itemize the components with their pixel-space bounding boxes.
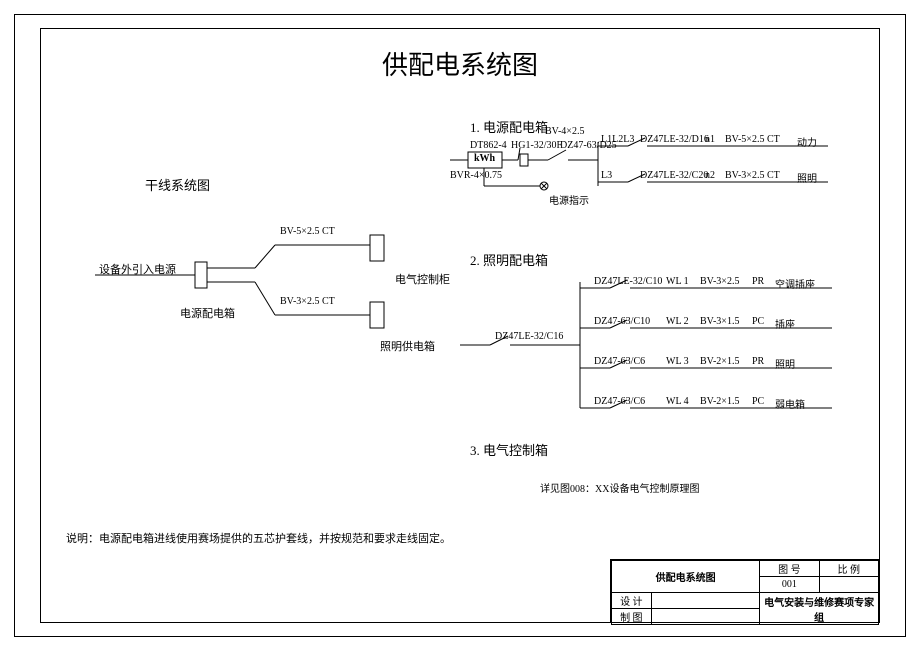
row-via: PR: [752, 276, 764, 287]
bus-top: L1L2L3: [601, 134, 634, 145]
trunk-svg: [95, 230, 425, 350]
row-wire: BV-3×1.5: [700, 316, 739, 327]
tb-draft: 制 图: [612, 609, 652, 625]
row-name: 插座: [775, 316, 795, 331]
meter-label: kWh: [474, 153, 495, 164]
row-wl: WL 3: [666, 356, 689, 367]
cabinet-label: 电气控制柜: [395, 271, 450, 287]
meter-model: DT862-4: [470, 140, 507, 151]
title-block: 供配电系统图 图 号 比 例 001 设 计 电气安装与维修赛项专家组 制 图: [610, 559, 880, 623]
tb-name: 供配电系统图: [612, 561, 760, 593]
row-via: PC: [752, 316, 764, 327]
row-wire: BV-3×2.5: [700, 276, 739, 287]
box3-title: 3. 电气控制箱: [470, 440, 548, 459]
fuse-label: HG1-32/30F: [511, 140, 562, 151]
lightbox-label: 照明供电箱: [380, 338, 435, 354]
out2-sw: DZ47LE-32/C20: [640, 170, 708, 181]
tb-team: 电气安装与维修赛项专家组: [760, 593, 879, 625]
row-name: 弱电箱: [775, 396, 805, 411]
box3-note: 详见图008：XX设备电气控制原理图: [540, 480, 699, 495]
row-sw: DZ47LE-32/C10: [594, 276, 662, 287]
dist-box-label: 电源配电箱: [180, 305, 235, 321]
row-name: 照明: [775, 356, 795, 371]
tb-col-no: 图 号: [760, 561, 819, 577]
trunk-title: 干线系统图: [145, 175, 210, 194]
bus-bot: L3: [601, 170, 612, 181]
row-wl: WL 1: [666, 276, 689, 287]
out1-name: 动力: [797, 134, 817, 149]
out1-sw: DZ47LE-32/D16: [640, 134, 709, 145]
out1-n: n1: [705, 134, 715, 145]
row-name: 空调插座: [775, 276, 815, 291]
row-wl: WL 4: [666, 396, 689, 407]
out2-wire: BV-3×2.5 CT: [725, 170, 780, 181]
row-sw: DZ47-63/C6: [594, 356, 645, 367]
out2-n: n2: [705, 170, 715, 181]
diagram-title: 供配电系统图: [0, 45, 920, 82]
indicator-label: 电源指示: [549, 192, 589, 207]
out1-wire: BV-5×2.5 CT: [725, 134, 780, 145]
trunk-wire1: BV-5×2.5 CT: [280, 226, 335, 237]
row-wire: BV-2×1.5: [700, 356, 739, 367]
tb-scale: [819, 577, 878, 593]
row-wire: BV-2×1.5: [700, 396, 739, 407]
tb-design: 设 计: [612, 593, 652, 609]
note: 说明：电源配电箱进线使用赛场提供的五芯护套线，并按规范和要求走线固定。: [66, 530, 451, 546]
trunk-wire2: BV-3×2.5 CT: [280, 296, 335, 307]
bvr-wire: BVR-4×0.75: [450, 170, 502, 181]
box2-title: 2. 照明配电箱: [470, 250, 548, 269]
ext-power-label: 设备外引入电源: [99, 261, 176, 277]
row-wl: WL 2: [666, 316, 689, 327]
out2-name: 照明: [797, 170, 817, 185]
row-via: PC: [752, 396, 764, 407]
tb-no: 001: [760, 577, 819, 593]
row-sw: DZ47-63/C6: [594, 396, 645, 407]
wire-top: BV-4×2.5: [545, 126, 584, 137]
row-sw: DZ47-63/C10: [594, 316, 650, 327]
box2-mainsw: DZ47LE-32/C16: [495, 331, 563, 342]
row-via: PR: [752, 356, 764, 367]
tb-col-scale: 比 例: [819, 561, 878, 577]
